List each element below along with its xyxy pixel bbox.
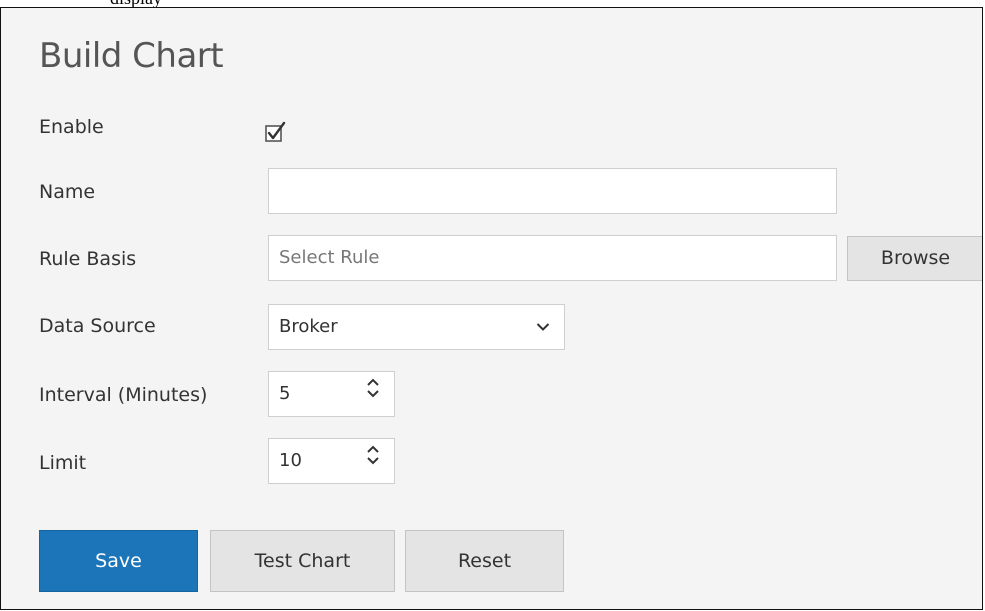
name-input[interactable] — [268, 168, 837, 214]
test-chart-button[interactable]: Test Chart — [210, 530, 395, 592]
rule-basis-input[interactable]: Select Rule — [268, 235, 837, 281]
spinner-arrows-icon[interactable] — [366, 372, 380, 416]
enable-checkbox[interactable] — [265, 121, 287, 145]
build-chart-panel: Build Chart Enable Name Rule Basis Selec… — [0, 7, 983, 610]
checkbox-checked-icon — [265, 121, 286, 142]
name-label: Name — [39, 181, 96, 203]
spinner-arrows-icon[interactable] — [366, 439, 380, 483]
browse-button[interactable]: Browse — [847, 236, 982, 281]
save-button[interactable]: Save — [39, 530, 198, 592]
rule-basis-label: Rule Basis — [39, 248, 137, 270]
chevron-down-icon — [536, 305, 550, 349]
limit-label: Limit — [39, 452, 87, 474]
data-source-select[interactable]: Broker — [268, 304, 565, 350]
data-source-label: Data Source — [39, 315, 156, 337]
limit-stepper[interactable]: 10 — [268, 438, 395, 484]
interval-value: 5 — [279, 383, 291, 404]
reset-button[interactable]: Reset — [405, 530, 564, 592]
page-title: Build Chart — [39, 36, 224, 76]
data-source-value: Broker — [279, 316, 338, 337]
limit-value: 10 — [279, 450, 302, 471]
enable-label: Enable — [39, 116, 104, 138]
interval-stepper[interactable]: 5 — [268, 371, 395, 417]
interval-label: Interval (Minutes) — [39, 384, 208, 406]
